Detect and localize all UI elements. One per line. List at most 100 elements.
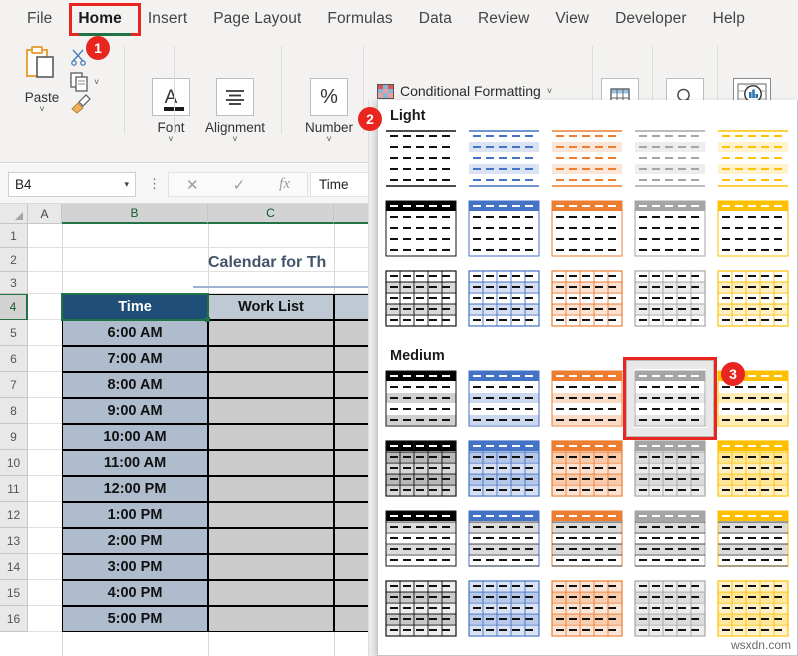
time-cell[interactable]: 3:00 PM — [62, 554, 208, 580]
work-list-cell[interactable] — [208, 554, 334, 580]
table-style-thumbnail[interactable] — [467, 128, 541, 189]
table-style-thumbnail[interactable] — [633, 368, 707, 429]
time-cell[interactable]: 7:00 AM — [62, 346, 208, 372]
row-header-2[interactable]: 2 — [0, 248, 28, 272]
work-list-cell[interactable] — [208, 346, 334, 372]
table-style-thumbnail[interactable] — [467, 268, 541, 329]
row-header-11[interactable]: 11 — [0, 476, 28, 502]
table-style-thumbnail[interactable] — [467, 198, 541, 259]
ribbon-tab-developer[interactable]: Developer — [602, 6, 700, 32]
number-group-button[interactable]: % Number ˅ — [286, 78, 372, 144]
table-style-thumbnail[interactable] — [633, 198, 707, 259]
table-style-thumbnail[interactable] — [467, 438, 541, 499]
ribbon-tab-view[interactable]: View — [542, 6, 602, 32]
row-header-15[interactable]: 15 — [0, 580, 28, 606]
table-style-thumbnail[interactable] — [633, 578, 707, 639]
column-header-B[interactable]: B — [62, 204, 208, 224]
table-style-thumbnail[interactable] — [384, 198, 458, 259]
table-style-thumbnail[interactable] — [384, 578, 458, 639]
table-style-thumbnail[interactable] — [633, 128, 707, 189]
number-chevron-down-icon[interactable]: ˅ — [286, 135, 372, 144]
column-header-C[interactable]: C — [208, 204, 334, 224]
conditional-formatting-chevron-down-icon[interactable]: ˅ — [547, 86, 552, 96]
paste-button[interactable]: Paste ˅ — [14, 46, 70, 114]
row-header-10[interactable]: 10 — [0, 450, 28, 476]
time-cell[interactable]: 9:00 AM — [62, 398, 208, 424]
work-list-cell[interactable] — [208, 528, 334, 554]
paste-chevron-down-icon[interactable]: ˅ — [14, 105, 70, 114]
gallery-scroll-edge[interactable] — [368, 100, 377, 656]
table-style-thumbnail[interactable] — [716, 128, 790, 189]
time-cell[interactable]: 8:00 AM — [62, 372, 208, 398]
table-header-work-list[interactable]: Work List — [208, 294, 334, 320]
table-style-thumbnail[interactable] — [550, 578, 624, 639]
time-cell[interactable]: 4:00 PM — [62, 580, 208, 606]
table-style-thumbnail[interactable] — [716, 438, 790, 499]
table-style-thumbnail[interactable] — [384, 438, 458, 499]
time-cell[interactable]: 12:00 PM — [62, 476, 208, 502]
table-header-time[interactable]: Time — [62, 294, 208, 320]
ribbon-tab-formulas[interactable]: Formulas — [314, 6, 405, 32]
table-style-thumbnail[interactable] — [384, 268, 458, 329]
format-painter-button[interactable] — [70, 94, 120, 116]
alignment-chevron-down-icon[interactable]: ˅ — [192, 135, 278, 144]
table-style-thumbnail[interactable] — [716, 268, 790, 329]
row-header-5[interactable]: 5 — [0, 320, 28, 346]
table-style-thumbnail[interactable] — [716, 578, 790, 639]
enter-icon[interactable]: ✓ — [233, 176, 246, 194]
work-list-cell[interactable] — [208, 502, 334, 528]
row-header-7[interactable]: 7 — [0, 372, 28, 398]
alignment-group-button[interactable]: Alignment ˅ — [192, 78, 278, 144]
name-box[interactable]: B4 ▾ — [8, 172, 136, 197]
table-style-thumbnail[interactable] — [633, 508, 707, 569]
work-list-cell[interactable] — [208, 476, 334, 502]
table-style-thumbnail[interactable] — [467, 578, 541, 639]
formula-bar-grip[interactable]: ⋮ — [148, 176, 161, 192]
column-header-A[interactable]: A — [28, 204, 62, 224]
row-header-12[interactable]: 12 — [0, 502, 28, 528]
table-style-thumbnail[interactable] — [550, 368, 624, 429]
row-header-16[interactable]: 16 — [0, 606, 28, 632]
name-box-chevron-down-icon[interactable]: ▾ — [124, 179, 129, 190]
time-cell[interactable]: 10:00 AM — [62, 424, 208, 450]
ribbon-tab-insert[interactable]: Insert — [135, 6, 200, 32]
table-style-thumbnail[interactable] — [467, 368, 541, 429]
ribbon-tab-review[interactable]: Review — [465, 6, 542, 32]
table-style-thumbnail[interactable] — [550, 198, 624, 259]
table-style-thumbnail[interactable] — [550, 508, 624, 569]
table-style-thumbnail[interactable] — [384, 368, 458, 429]
table-style-thumbnail[interactable] — [467, 508, 541, 569]
ribbon-tab-data[interactable]: Data — [406, 6, 465, 32]
work-list-cell[interactable] — [208, 424, 334, 450]
time-cell[interactable]: 2:00 PM — [62, 528, 208, 554]
time-cell[interactable]: 1:00 PM — [62, 502, 208, 528]
table-style-thumbnail[interactable] — [550, 438, 624, 499]
row-header-6[interactable]: 6 — [0, 346, 28, 372]
ribbon-tab-file[interactable]: File — [14, 6, 65, 32]
row-header-8[interactable]: 8 — [0, 398, 28, 424]
work-list-cell[interactable] — [208, 398, 334, 424]
ribbon-tab-help[interactable]: Help — [700, 6, 758, 32]
copy-button[interactable]: ˅ — [70, 70, 120, 94]
table-style-thumbnail[interactable] — [633, 438, 707, 499]
table-style-thumbnail[interactable] — [716, 508, 790, 569]
cancel-icon[interactable]: ✕ — [186, 176, 199, 194]
table-style-thumbnail[interactable] — [384, 128, 458, 189]
work-list-cell[interactable] — [208, 372, 334, 398]
work-list-cell[interactable] — [208, 320, 334, 346]
insert-function-icon[interactable]: fx — [279, 176, 290, 193]
time-cell[interactable]: 5:00 PM — [62, 606, 208, 632]
work-list-cell[interactable] — [208, 580, 334, 606]
table-style-thumbnail[interactable] — [550, 268, 624, 329]
row-header-14[interactable]: 14 — [0, 554, 28, 580]
time-cell[interactable]: 6:00 AM — [62, 320, 208, 346]
row-header-1[interactable]: 1 — [0, 224, 28, 248]
ribbon-tab-page-layout[interactable]: Page Layout — [200, 6, 314, 32]
table-style-thumbnail[interactable] — [716, 198, 790, 259]
table-style-thumbnail[interactable] — [550, 128, 624, 189]
work-list-cell[interactable] — [208, 606, 334, 632]
copy-chevron-down-icon[interactable]: ˅ — [94, 77, 99, 87]
row-header-9[interactable]: 9 — [0, 424, 28, 450]
ribbon-tab-home[interactable]: Home — [65, 6, 134, 32]
row-header-13[interactable]: 13 — [0, 528, 28, 554]
